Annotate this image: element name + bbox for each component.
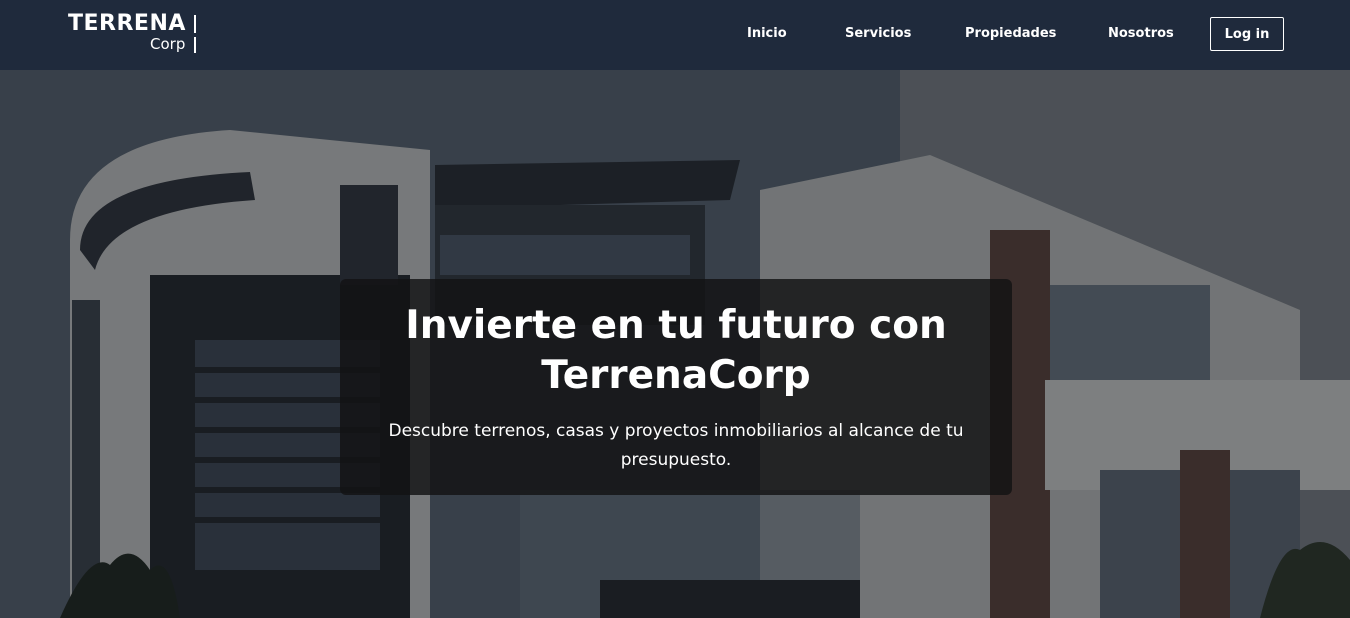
login-button[interactable]: Log in [1210,17,1284,51]
hero-section: Invierte en tu futuro con TerrenaCorp De… [0,70,1350,618]
hero-title: Invierte en tu futuro con TerrenaCorp [405,303,947,398]
logo-divider [194,15,196,33]
nav-link-propiedades[interactable]: Propiedades [965,24,1056,44]
logo-wordmark-top: TERRENA [68,11,186,36]
nav-link-servicios[interactable]: Servicios [845,24,911,44]
hero-subtitle: Descubre terrenos, casas y proyectos inm… [388,421,964,470]
hero-text-card: Invierte en tu futuro con TerrenaCorp De… [340,279,1012,495]
logo-divider [194,37,196,53]
top-navbar: TERRENA Corp Inicio Servicios Propiedade… [0,0,1350,70]
nav-link-inicio[interactable]: Inicio [747,24,787,44]
logo-wordmark-bottom: Corp [150,35,186,53]
brand-logo[interactable]: TERRENA Corp [68,12,200,56]
nav-link-nosotros[interactable]: Nosotros [1108,24,1174,44]
